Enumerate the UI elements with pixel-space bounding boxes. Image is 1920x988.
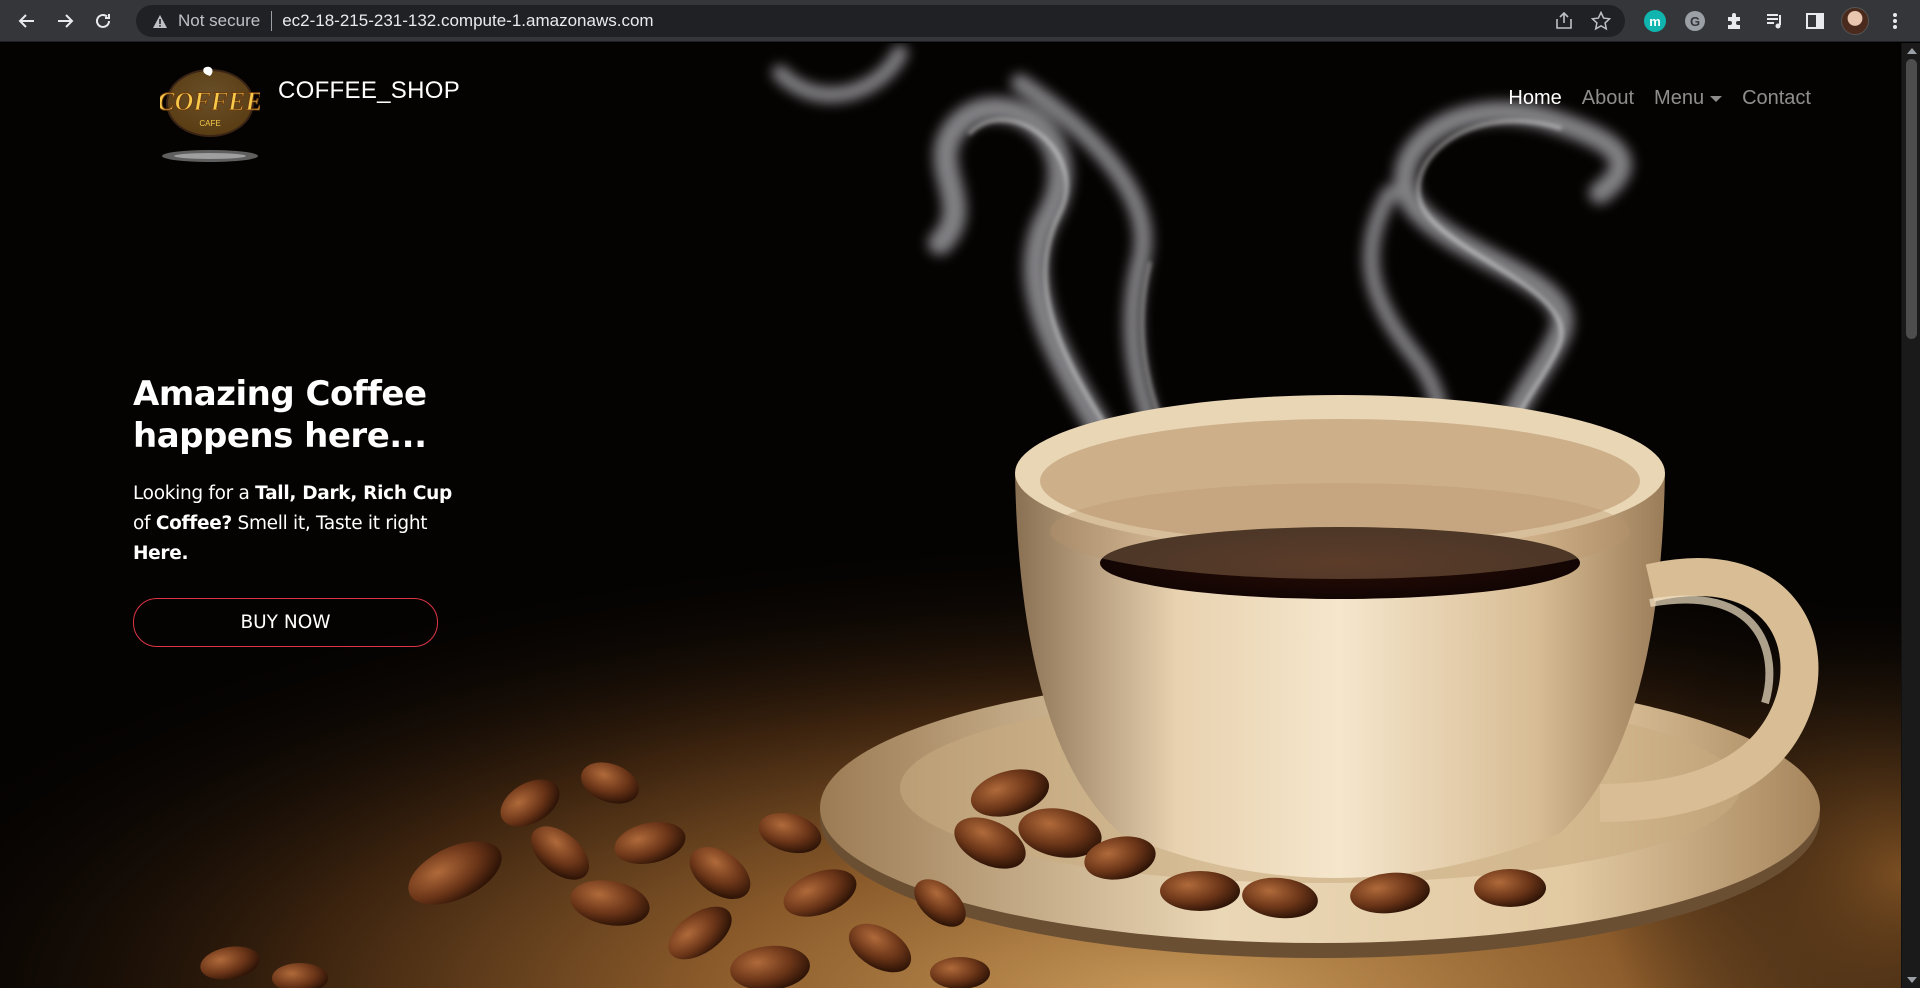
scroll-down-arrow-icon[interactable] <box>1907 977 1917 983</box>
profile-button[interactable] <box>1840 6 1870 36</box>
hero-title-line-1: Amazing Coffee <box>133 374 427 414</box>
hero-desc-part-1: Looking for a <box>133 483 256 504</box>
browser-toolbar: Not secure ec2-18-215-231-132.compute-1.… <box>0 0 1920 42</box>
m-extension-icon: m <box>1644 10 1666 32</box>
share-icon[interactable] <box>1554 11 1574 31</box>
hero-desc-part-3: Smell it, Taste it right <box>231 513 428 534</box>
hero-desc-bold-2: Coffee? <box>155 513 232 534</box>
side-panel-icon <box>1806 13 1824 29</box>
logo-text-sub: CAFE <box>199 119 220 128</box>
extension-m[interactable]: m <box>1640 6 1670 36</box>
url-text[interactable]: ec2-18-215-231-132.compute-1.amazonaws.c… <box>282 11 653 31</box>
kebab-menu-icon <box>1893 13 1897 29</box>
playlist-icon <box>1767 14 1781 29</box>
extensions-bar: m G <box>1640 6 1920 36</box>
arrow-right-icon <box>58 13 74 28</box>
extension-grammar[interactable]: G <box>1680 6 1710 36</box>
site-navbar: Home About Menu Contact <box>1498 87 1821 110</box>
browser-menu-button[interactable] <box>1880 6 1910 36</box>
hero-desc-part-2: of <box>133 513 156 534</box>
hero-description: Looking for a Tall, Dark, Rich Cup of Co… <box>133 479 463 569</box>
hero-desc-bold-1: Tall, Dark, Rich Cup <box>255 483 452 504</box>
avatar <box>1841 7 1869 35</box>
arrow-left-icon <box>18 13 34 28</box>
security-label[interactable]: Not secure <box>178 11 260 31</box>
nav-link-menu-label: Menu <box>1654 87 1705 109</box>
warning-icon[interactable] <box>152 13 168 29</box>
reload-button[interactable] <box>88 6 118 36</box>
address-divider <box>271 11 273 31</box>
hero-content: Amazing Coffee happens here... Looking f… <box>133 373 463 647</box>
hero-desc-bold-3: Here. <box>133 543 189 564</box>
nav-link-about[interactable]: About <box>1572 87 1644 110</box>
page-scrollbar[interactable] <box>1901 43 1920 988</box>
caret-down-icon <box>1710 95 1723 102</box>
scrollbar-thumb[interactable] <box>1906 59 1917 339</box>
address-bar[interactable]: Not secure ec2-18-215-231-132.compute-1.… <box>136 5 1625 37</box>
logo-text-main: COFFEE <box>160 87 260 116</box>
nav-link-menu[interactable]: Menu <box>1644 87 1732 110</box>
buy-now-button[interactable]: BUY NOW <box>133 598 438 647</box>
nav-link-home[interactable]: Home <box>1498 87 1571 110</box>
side-panel-button[interactable] <box>1800 6 1830 36</box>
nav-link-contact[interactable]: Contact <box>1732 87 1821 110</box>
hero-title: Amazing Coffee happens here... <box>133 373 463 457</box>
hero-title-line-2: happens here... <box>133 416 427 456</box>
extensions-button[interactable] <box>1720 6 1750 36</box>
media-control-button[interactable] <box>1760 6 1790 36</box>
bookmark-star-icon[interactable] <box>1591 11 1611 31</box>
page-viewport: COFFEE CAFE COFFEE_SHOP Home About Menu … <box>0 43 1901 988</box>
puzzle-icon <box>1728 13 1740 29</box>
back-button[interactable] <box>12 6 42 36</box>
forward-button[interactable] <box>50 6 80 36</box>
site-brand[interactable]: COFFEE_SHOP <box>278 77 460 105</box>
scroll-up-arrow-icon[interactable] <box>1907 48 1917 54</box>
coffee-cafe-logo[interactable]: COFFEE CAFE <box>160 58 260 168</box>
reload-icon <box>96 13 110 28</box>
g-extension-icon: G <box>1685 11 1705 31</box>
